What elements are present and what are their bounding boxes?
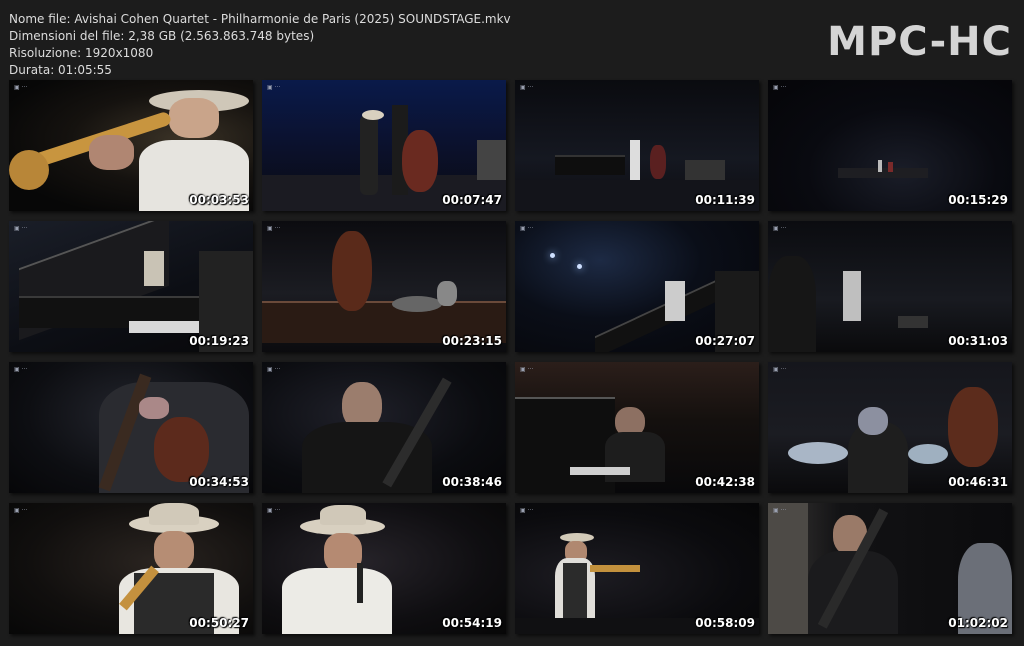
file-info-panel: Nome file: Avishai Cohen Quartet - Philh… [9, 11, 511, 79]
thumbnail[interactable]: ▣ ··· 00:15:29 [768, 80, 1012, 211]
timestamp-label: 00:23:15 [442, 334, 502, 348]
thumbnail[interactable]: ▣ ··· 00:11:39 [515, 80, 759, 211]
thumbnail[interactable]: ▣ ··· 00:27:07 [515, 221, 759, 352]
timestamp-label: 00:03:53 [189, 193, 249, 207]
app-logo: MPC-HC [827, 19, 1012, 65]
thumbnail[interactable]: ▣ ··· 00:07:47 [262, 80, 506, 211]
video-frame [515, 221, 759, 352]
video-frame [768, 221, 1012, 352]
channel-logo-icon: ▣ ··· [520, 84, 534, 91]
thumbnail[interactable]: ▣ ··· 00:31:03 [768, 221, 1012, 352]
channel-logo-icon: ▣ ··· [773, 366, 787, 373]
timestamp-label: 00:38:46 [442, 475, 502, 489]
video-frame [515, 362, 759, 493]
timestamp-label: 00:11:39 [695, 193, 755, 207]
thumbnail[interactable]: ▣ ··· 00:03:53 [9, 80, 253, 211]
file-duration: Durata: 01:05:55 [9, 63, 112, 77]
thumbnail[interactable]: ▣ ··· 00:38:46 [262, 362, 506, 493]
timestamp-label: 01:02:02 [948, 616, 1008, 630]
video-frame [515, 80, 759, 211]
thumbnail[interactable]: ▣ ··· 01:02:02 [768, 503, 1012, 634]
channel-logo-icon: ▣ ··· [773, 84, 787, 91]
thumbnail[interactable]: ▣ ··· 00:58:09 [515, 503, 759, 634]
channel-logo-icon: ▣ ··· [520, 366, 534, 373]
channel-logo-icon: ▣ ··· [14, 366, 28, 373]
thumbnail[interactable]: ▣ ··· 00:34:53 [9, 362, 253, 493]
video-frame [9, 503, 253, 634]
file-name: Nome file: Avishai Cohen Quartet - Philh… [9, 12, 511, 26]
file-resolution: Risoluzione: 1920x1080 [9, 46, 154, 60]
video-frame [515, 503, 759, 634]
timestamp-label: 00:15:29 [948, 193, 1008, 207]
channel-logo-icon: ▣ ··· [520, 225, 534, 232]
thumbnail[interactable]: ▣ ··· 00:54:19 [262, 503, 506, 634]
channel-logo-icon: ▣ ··· [773, 507, 787, 514]
timestamp-label: 00:07:47 [442, 193, 502, 207]
channel-logo-icon: ▣ ··· [14, 84, 28, 91]
timestamp-label: 00:50:27 [189, 616, 249, 630]
timestamp-label: 00:31:03 [948, 334, 1008, 348]
file-size: Dimensioni del file: 2,38 GB (2.563.863.… [9, 29, 315, 43]
video-frame [768, 503, 1012, 634]
channel-logo-icon: ▣ ··· [14, 507, 28, 514]
video-frame [768, 362, 1012, 493]
timestamp-label: 00:19:23 [189, 334, 249, 348]
timestamp-label: 00:42:38 [695, 475, 755, 489]
thumbnail[interactable]: ▣ ··· 00:42:38 [515, 362, 759, 493]
channel-logo-icon: ▣ ··· [267, 366, 281, 373]
video-frame [768, 80, 1012, 211]
video-frame [262, 221, 506, 352]
thumbnail[interactable]: ▣ ··· 00:50:27 [9, 503, 253, 634]
video-frame [9, 221, 253, 352]
video-frame [262, 503, 506, 634]
timestamp-label: 00:54:19 [442, 616, 502, 630]
timestamp-label: 00:34:53 [189, 475, 249, 489]
video-frame [262, 80, 506, 211]
video-frame [9, 80, 253, 211]
channel-logo-icon: ▣ ··· [773, 225, 787, 232]
channel-logo-icon: ▣ ··· [14, 225, 28, 232]
thumbnail[interactable]: ▣ ··· 00:23:15 [262, 221, 506, 352]
thumbnail[interactable]: ▣ ··· 00:19:23 [9, 221, 253, 352]
channel-logo-icon: ▣ ··· [267, 507, 281, 514]
timestamp-label: 00:46:31 [948, 475, 1008, 489]
timestamp-label: 00:27:07 [695, 334, 755, 348]
video-frame [9, 362, 253, 493]
video-frame [262, 362, 506, 493]
channel-logo-icon: ▣ ··· [267, 225, 281, 232]
channel-logo-icon: ▣ ··· [520, 507, 534, 514]
thumbnail[interactable]: ▣ ··· 00:46:31 [768, 362, 1012, 493]
timestamp-label: 00:58:09 [695, 616, 755, 630]
thumbnail-grid: ▣ ··· 00:03:53 ▣ ··· 00:07:47 ▣ ··· 00:1… [9, 80, 1012, 634]
channel-logo-icon: ▣ ··· [267, 84, 281, 91]
